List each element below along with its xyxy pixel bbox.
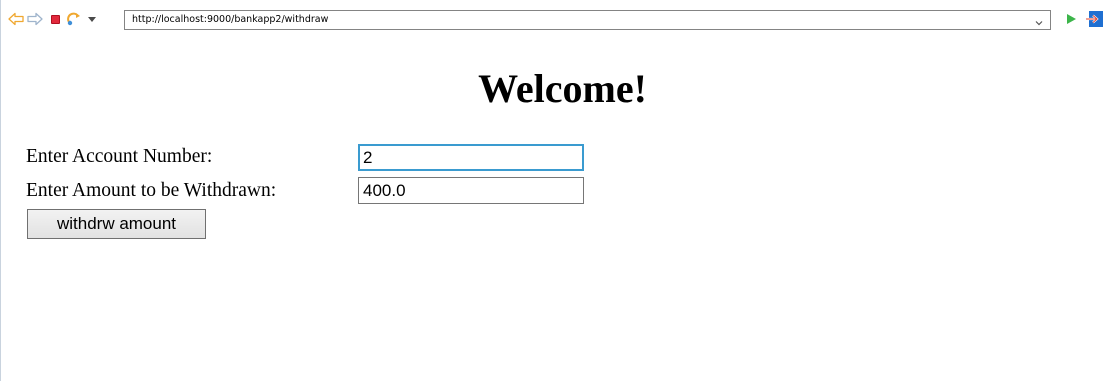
stop-square bbox=[50, 14, 60, 24]
account-number-label: Enter Account Number: bbox=[26, 146, 213, 167]
withdraw-amount-button[interactable]: withdrw amount bbox=[27, 209, 206, 239]
page-content: Welcome! Enter Account Number: Enter Amo… bbox=[1, 40, 1105, 381]
withdraw-amount-label: Enter Amount to be Withdrawn: bbox=[26, 180, 277, 201]
forward-arrow-icon[interactable] bbox=[27, 11, 43, 27]
chevron-down-icon[interactable] bbox=[1034, 15, 1044, 26]
account-number-input[interactable] bbox=[358, 144, 584, 171]
caret-shape bbox=[88, 16, 96, 22]
page-title: Welcome! bbox=[478, 66, 647, 111]
address-bar[interactable]: http://localhost:9000/bankapp2/withdraw bbox=[124, 10, 1051, 30]
browser-window: http://localhost:9000/bankapp2/withdraw … bbox=[0, 0, 1105, 381]
browser-toolbar: http://localhost:9000/bankapp2/withdraw bbox=[1, 0, 1105, 40]
back-arrow-icon[interactable] bbox=[8, 11, 24, 27]
address-url[interactable]: http://localhost:9000/bankapp2/withdraw bbox=[132, 13, 328, 27]
exit-arrow-icon[interactable] bbox=[1086, 11, 1105, 27]
refresh-icon[interactable] bbox=[65, 11, 83, 27]
go-arrow-icon[interactable] bbox=[1064, 11, 1078, 27]
withdraw-amount-input[interactable] bbox=[358, 177, 584, 204]
stop-icon[interactable] bbox=[48, 11, 62, 27]
dropdown-caret-icon[interactable] bbox=[85, 11, 99, 27]
